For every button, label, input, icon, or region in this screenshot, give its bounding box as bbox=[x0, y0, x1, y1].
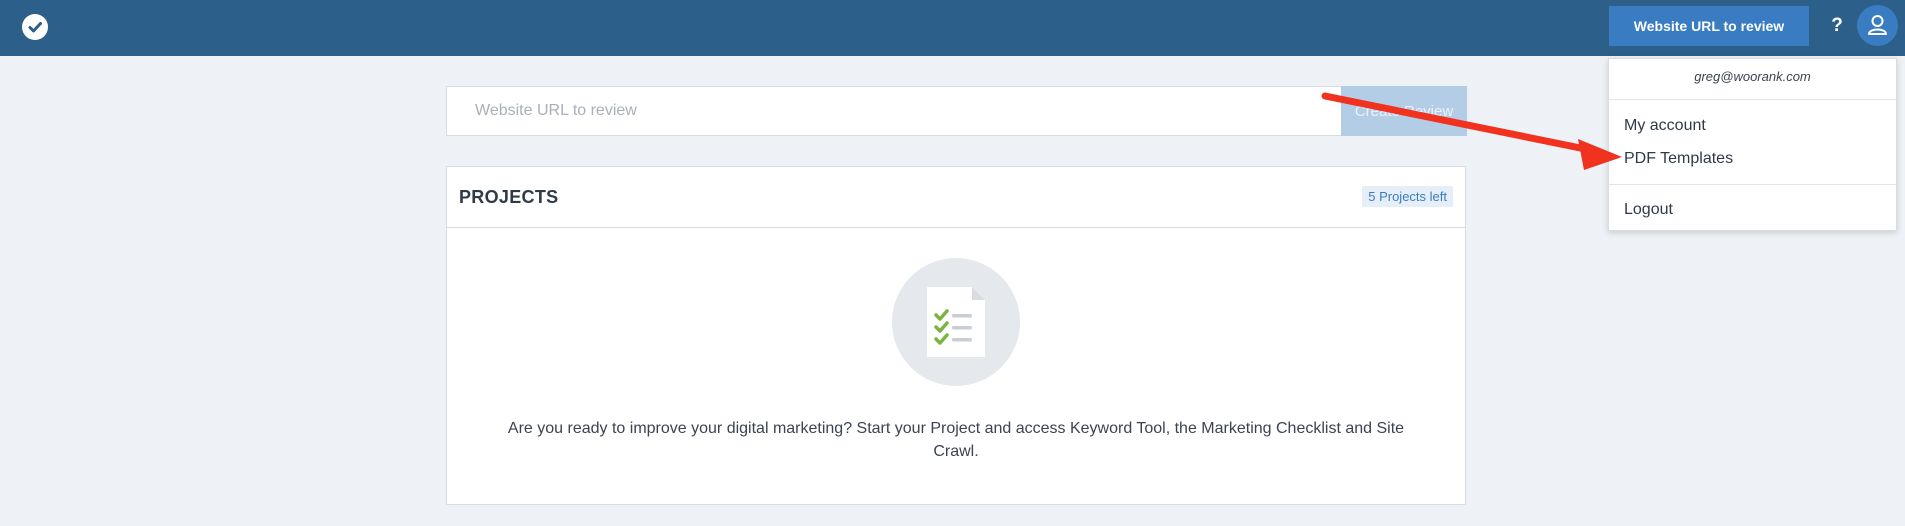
projects-left-badge: 5 Projects left bbox=[1362, 186, 1453, 207]
user-email: greg@woorank.com bbox=[1694, 69, 1811, 84]
projects-header: PROJECTS 5 Projects left bbox=[447, 167, 1465, 228]
empty-projects-message: Are you ready to improve your digital ma… bbox=[507, 420, 1405, 460]
checklist-document-icon bbox=[892, 258, 1020, 386]
website-url-review-button[interactable]: Website URL to review bbox=[1609, 6, 1809, 46]
projects-title: PROJECTS bbox=[459, 187, 559, 207]
help-icon[interactable]: ? bbox=[1826, 13, 1848, 39]
check-badge-icon[interactable] bbox=[22, 14, 48, 40]
user-icon[interactable] bbox=[1857, 5, 1898, 46]
projects-panel: PROJECTS 5 Projects left Are you ready t… bbox=[446, 166, 1466, 505]
top-navigation-bar: Website URL to review ? bbox=[0, 0, 1905, 56]
menu-divider bbox=[1609, 99, 1896, 100]
create-review-button[interactable]: Create Review bbox=[1341, 86, 1467, 136]
user-menu-dropdown: greg@woorank.com My account PDF Template… bbox=[1608, 58, 1897, 231]
website-url-input[interactable] bbox=[447, 87, 1341, 135]
menu-divider bbox=[1609, 184, 1896, 185]
menu-item-my-account[interactable]: My account bbox=[1624, 117, 1706, 135]
menu-item-pdf-templates[interactable]: PDF Templates bbox=[1624, 150, 1733, 168]
review-url-bar: Create Review bbox=[446, 86, 1467, 136]
menu-item-logout[interactable]: Logout bbox=[1624, 201, 1673, 219]
